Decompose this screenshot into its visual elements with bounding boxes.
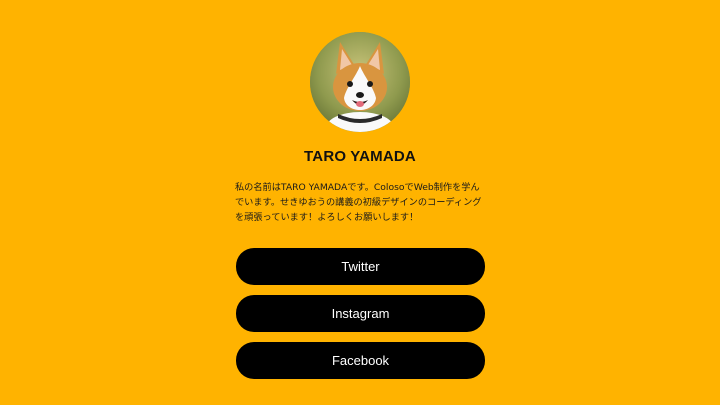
- link-buttons: Twitter Instagram Facebook: [236, 248, 485, 389]
- corgi-avatar-image: [310, 32, 410, 132]
- profile-avatar: [310, 32, 410, 132]
- twitter-link-button[interactable]: Twitter: [236, 248, 485, 285]
- instagram-link-button[interactable]: Instagram: [236, 295, 485, 332]
- profile-bio: 私の名前はTARO YAMADAです。ColosoでWeb制作を学んでいます。せ…: [235, 182, 482, 223]
- facebook-link-button[interactable]: Facebook: [236, 342, 485, 379]
- profile-page: TARO YAMADA 私の名前はTARO YAMADAです。ColosoでWe…: [0, 0, 720, 405]
- profile-name: TARO YAMADA: [304, 148, 416, 165]
